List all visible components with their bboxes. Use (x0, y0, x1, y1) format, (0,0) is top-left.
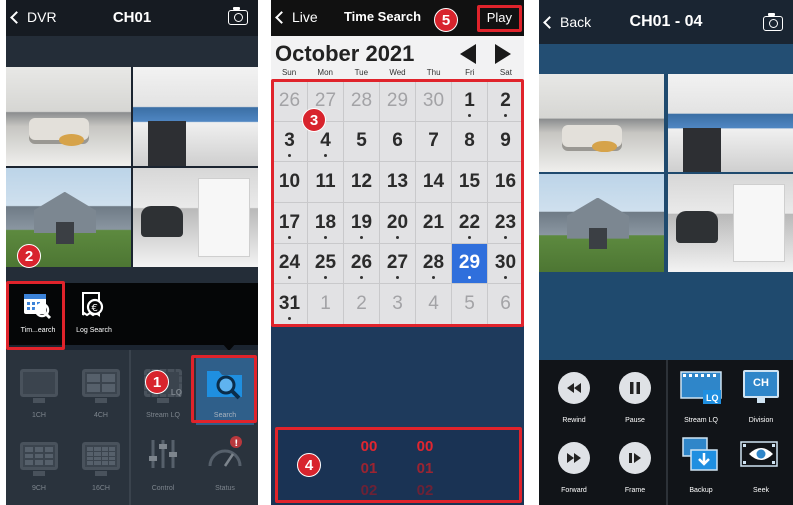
fast-forward-icon (558, 442, 590, 474)
grid-label: 9CH (31, 485, 46, 492)
camera-feed-2[interactable] (668, 74, 793, 172)
nine-grid-icon (20, 442, 58, 476)
page-title: CH01 - 04 (629, 13, 703, 30)
camera-feed-4[interactable] (668, 174, 793, 272)
backup-download-icon (682, 437, 718, 471)
prev-month-icon[interactable] (460, 44, 476, 64)
pause-button[interactable]: Pause (603, 362, 667, 428)
rewind-icon (558, 372, 590, 404)
control-label: Seek (753, 487, 769, 494)
forward-button[interactable]: Forward (542, 432, 606, 498)
highlight-time-search (6, 281, 65, 350)
control-label: Division (748, 417, 774, 424)
ch-badge: CH (753, 377, 769, 389)
log-search-item[interactable]: € Log Search (66, 286, 122, 338)
nav-bar: DVR CH01 (6, 0, 258, 36)
live-view-panel: DVR CH01 Tim...earch € Log Search 1CH 4C… (6, 0, 258, 505)
lq-badge: LQ (706, 393, 719, 403)
control-label: Rewind (562, 417, 586, 424)
page-title: Time Search (343, 9, 422, 24)
grid-4ch[interactable]: 4CH (72, 355, 130, 425)
highlight-search (191, 355, 257, 423)
step-badge-2: 2 (17, 244, 41, 268)
grid-label: Stream LQ (146, 412, 180, 419)
month-header: October 2021 Sun Mon Tue Wed Thu Fri Sat (271, 36, 524, 80)
grid-divider (129, 350, 131, 505)
highlight-play (477, 5, 522, 32)
control-label: Pause (625, 417, 645, 424)
division-button[interactable]: CH Division (729, 362, 793, 428)
four-grid-icon (82, 369, 120, 403)
sixteen-grid-icon (82, 442, 120, 476)
monitor-icon (20, 369, 58, 403)
lq-badge: LQ (170, 388, 182, 397)
top-spacer (6, 36, 258, 67)
time-search-panel: Live Time Search Play October 2021 Sun Mo… (271, 0, 524, 505)
playback-controls: Rewind Pause LQ Stream LQ CH Division Fo… (539, 360, 793, 505)
camera-icon[interactable] (763, 13, 783, 31)
grid-label: 16CH (92, 485, 110, 492)
grid-control[interactable]: Control (134, 428, 192, 498)
gauge-icon: ! (208, 436, 242, 467)
step-badge-1: 1 (145, 370, 169, 394)
grid-label: Control (151, 485, 175, 492)
control-label: Frame (624, 487, 646, 494)
camera-feed-1[interactable] (6, 67, 131, 166)
camera-feed-4[interactable] (133, 168, 258, 267)
log-search-icon: € (82, 292, 104, 317)
step-badge-3: 3 (302, 108, 326, 132)
step-badge-4: 4 (297, 453, 321, 477)
month-title: October 2021 (275, 41, 415, 66)
top-spacer (539, 44, 793, 74)
grid-1ch[interactable]: 1CH (10, 355, 68, 425)
step-badge-5: 5 (434, 8, 458, 32)
page-title: CH01 (112, 9, 152, 26)
nav-bar: Back CH01 - 04 (539, 0, 793, 44)
backup-button[interactable]: Backup (669, 432, 733, 498)
grid-label: 1CH (31, 412, 46, 419)
monitor-icon: CH (743, 370, 779, 398)
frame-step-icon (619, 442, 651, 474)
seek-eye-icon (740, 441, 778, 467)
seek-button[interactable]: Seek (729, 432, 793, 498)
svg-text:!: ! (234, 439, 238, 449)
camera-feed-3[interactable] (539, 174, 664, 272)
grid-status[interactable]: ! Status (196, 428, 254, 498)
control-label: Backup (689, 487, 713, 494)
grid-16ch[interactable]: 16CH (72, 428, 130, 498)
stream-lq-button[interactable]: LQ Stream LQ (669, 362, 733, 428)
svg-text:€: € (92, 303, 98, 314)
next-month-icon[interactable] (495, 44, 511, 64)
playback-panel: Back CH01 - 04 Rewind Pause LQ Stream LQ… (539, 0, 793, 505)
log-search-label: Log Search (76, 327, 112, 334)
grid-9ch[interactable]: 9CH (10, 428, 68, 498)
monitor-stand (757, 398, 765, 403)
sliders-icon (149, 440, 177, 468)
grid-label: Status (215, 485, 235, 492)
rewind-button[interactable]: Rewind (542, 362, 606, 428)
camera-icon[interactable] (228, 7, 248, 25)
control-label: Stream LQ (684, 417, 718, 424)
control-label: Forward (561, 487, 587, 494)
pause-icon (619, 372, 651, 404)
frame-button[interactable]: Frame (603, 432, 667, 498)
grid-label: 4CH (93, 412, 108, 419)
camera-feed-2[interactable] (133, 67, 258, 166)
camera-feed-1[interactable] (539, 74, 664, 172)
